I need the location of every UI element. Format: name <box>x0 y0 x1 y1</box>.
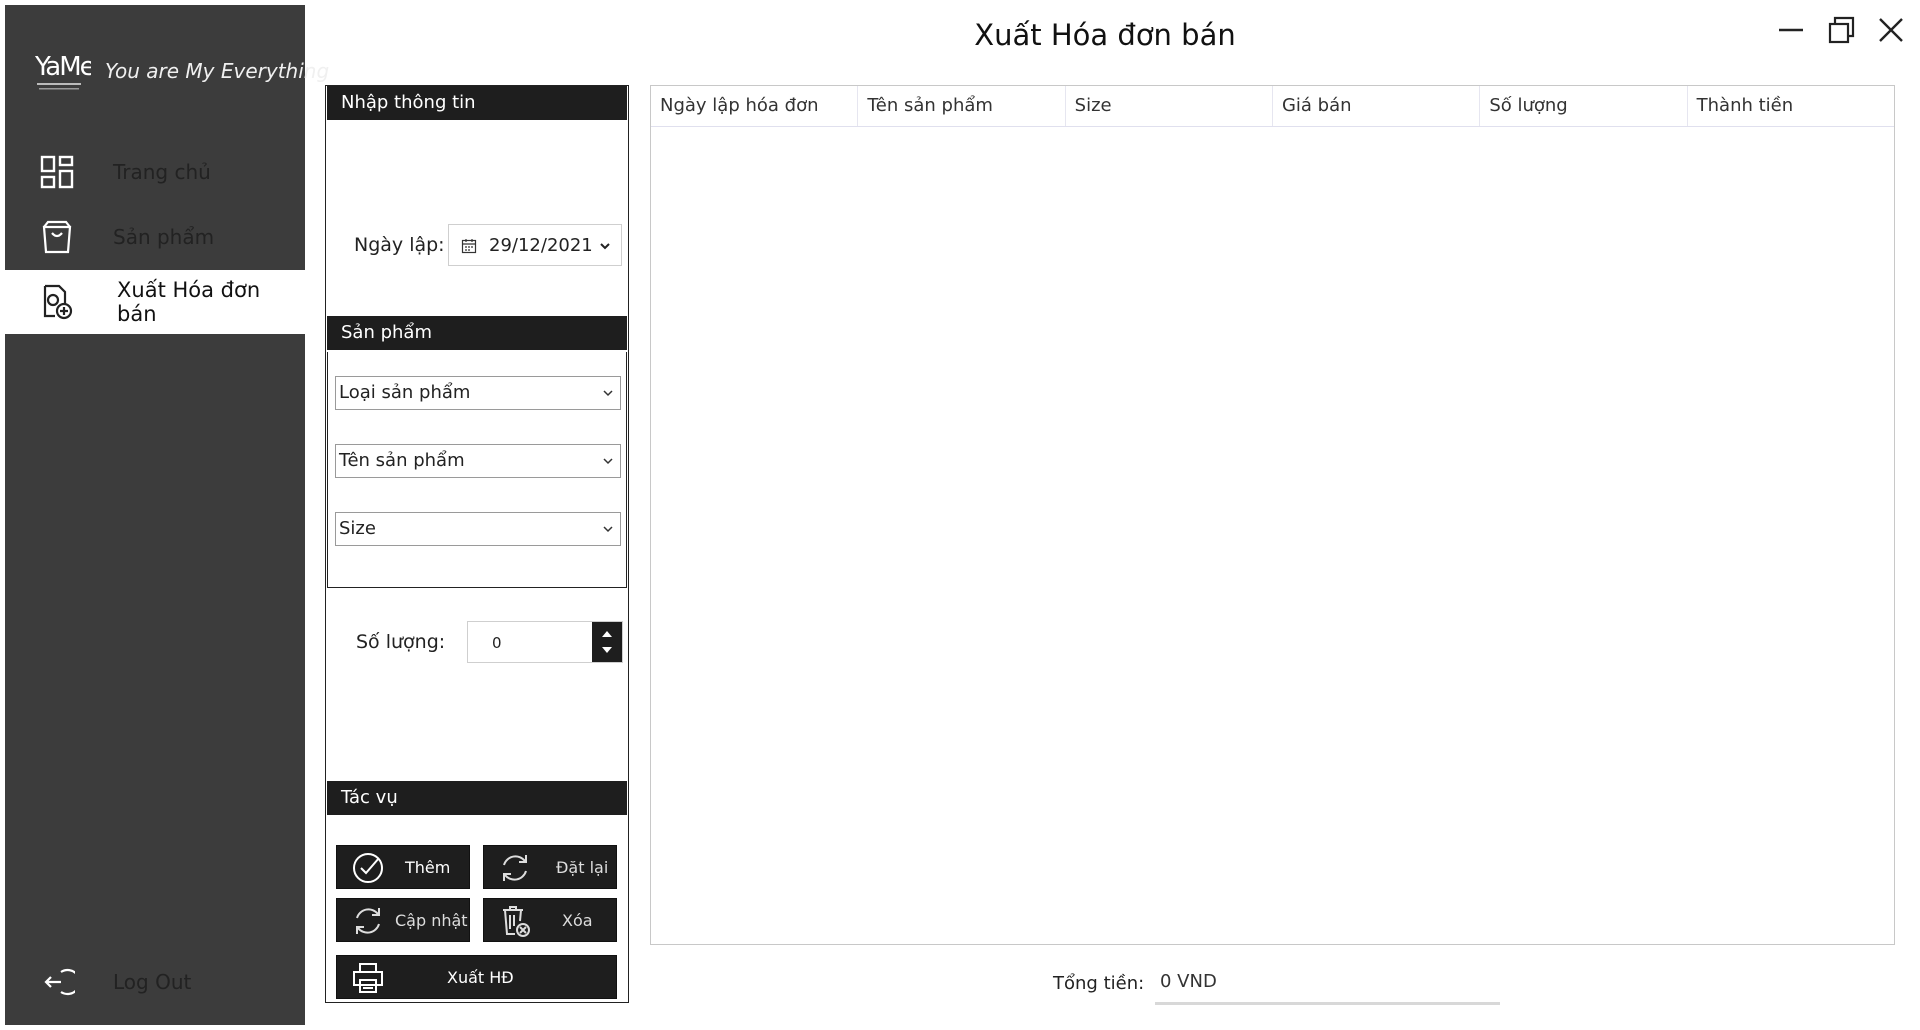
app-window: YaMe You are My Everything Trang chủ Sản… <box>0 0 1920 1030</box>
sidebar-item-invoice[interactable]: Xuất Hóa đơn bán <box>5 270 305 334</box>
sidebar-item-label: Sản phẩm <box>113 225 215 249</box>
reset-button[interactable]: Đặt lại <box>483 845 617 889</box>
product-select-value: Tên sản phẩm <box>339 450 465 471</box>
refresh-icon <box>356 908 380 934</box>
invoice-table[interactable]: Ngày lập hóa đơn Tên sản phẩm Size Giá b… <box>650 85 1895 945</box>
sidebar-item-home[interactable]: Trang chủ <box>5 140 305 204</box>
chevron-down-icon <box>603 390 613 397</box>
size-select-value: Size <box>339 518 376 539</box>
sidebar-item-label: Xuất Hóa đơn bán <box>117 278 261 326</box>
calendar-icon <box>461 239 477 254</box>
yame-logo: YaMe <box>34 52 91 90</box>
invoice-add-icon <box>43 284 73 320</box>
logout-button[interactable]: Log Out <box>5 950 305 1014</box>
column-header[interactable]: Giá bán <box>1273 86 1481 126</box>
svg-text:YaMe: YaMe <box>34 52 91 82</box>
update-button[interactable]: Cập nhật <box>336 898 470 942</box>
close-icon[interactable] <box>1875 14 1907 46</box>
update-button-label: Cập nhật <box>395 911 468 930</box>
chevron-down-icon <box>603 526 613 533</box>
arrow-down-icon[interactable] <box>601 645 613 655</box>
total-label: Tổng tiền: <box>1053 973 1145 994</box>
table-header: Ngày lập hóa đơn Tên sản phẩm Size Giá b… <box>651 86 1894 127</box>
column-header[interactable]: Thành tiền <box>1688 86 1894 126</box>
total-value: 0 VND <box>1160 971 1217 992</box>
column-header[interactable]: Tên sản phẩm <box>858 86 1066 126</box>
add-button-label: Thêm <box>405 858 451 877</box>
page-title: Xuất Hóa đơn bán <box>974 18 1236 52</box>
check-circle-icon <box>353 853 383 883</box>
printer-icon <box>353 963 383 993</box>
chevron-down-icon <box>600 243 610 250</box>
reset-button-label: Đặt lại <box>556 858 609 877</box>
date-picker[interactable]: 29/12/2021 <box>448 224 622 266</box>
sidebar-item-products[interactable]: Sản phẩm <box>5 205 305 269</box>
date-label: Ngày lập: <box>354 234 445 256</box>
delete-button[interactable]: Xóa <box>483 898 617 942</box>
quantity-label: Số lượng: <box>356 631 446 653</box>
input-panel: Nhập thông tin Ngày lập: 29/12/2021 Sản … <box>325 85 629 1003</box>
quantity-stepper[interactable]: 0 <box>467 621 623 663</box>
logout-label: Log Out <box>113 970 192 994</box>
column-header[interactable]: Ngày lập hóa đơn <box>651 86 859 126</box>
category-select[interactable]: Loại sản phẩm <box>335 376 621 410</box>
section-header-product: Sản phẩm <box>327 316 627 350</box>
chevron-down-icon <box>603 458 613 465</box>
minimize-icon[interactable] <box>1775 14 1807 46</box>
maximize-icon[interactable] <box>1825 14 1857 46</box>
total-underline <box>1155 1002 1500 1005</box>
size-select[interactable]: Size <box>335 512 621 546</box>
date-value: 29/12/2021 <box>489 235 593 256</box>
column-header[interactable]: Số lượng <box>1480 86 1688 126</box>
export-invoice-label: Xuất HĐ <box>447 968 514 987</box>
brand-tagline: You are My Everything <box>105 59 330 83</box>
column-header[interactable]: Size <box>1066 86 1273 126</box>
section-header-actions: Tác vụ <box>327 781 627 815</box>
arrow-up-icon[interactable] <box>601 629 613 639</box>
dashboard-icon <box>40 155 74 189</box>
section-header-info: Nhập thông tin <box>327 86 627 120</box>
category-select-value: Loại sản phẩm <box>339 382 471 403</box>
add-button[interactable]: Thêm <box>336 845 470 889</box>
export-invoice-button[interactable]: Xuất HĐ <box>336 955 617 999</box>
quantity-value: 0 <box>492 634 502 652</box>
box-icon <box>42 220 72 254</box>
delete-button-label: Xóa <box>562 911 593 930</box>
product-select[interactable]: Tên sản phẩm <box>335 444 621 478</box>
trash-icon <box>503 906 530 937</box>
logout-icon <box>44 968 75 996</box>
refresh-icon <box>503 855 527 881</box>
sidebar-item-label: Trang chủ <box>113 160 211 184</box>
stepper-buttons[interactable] <box>592 622 622 662</box>
